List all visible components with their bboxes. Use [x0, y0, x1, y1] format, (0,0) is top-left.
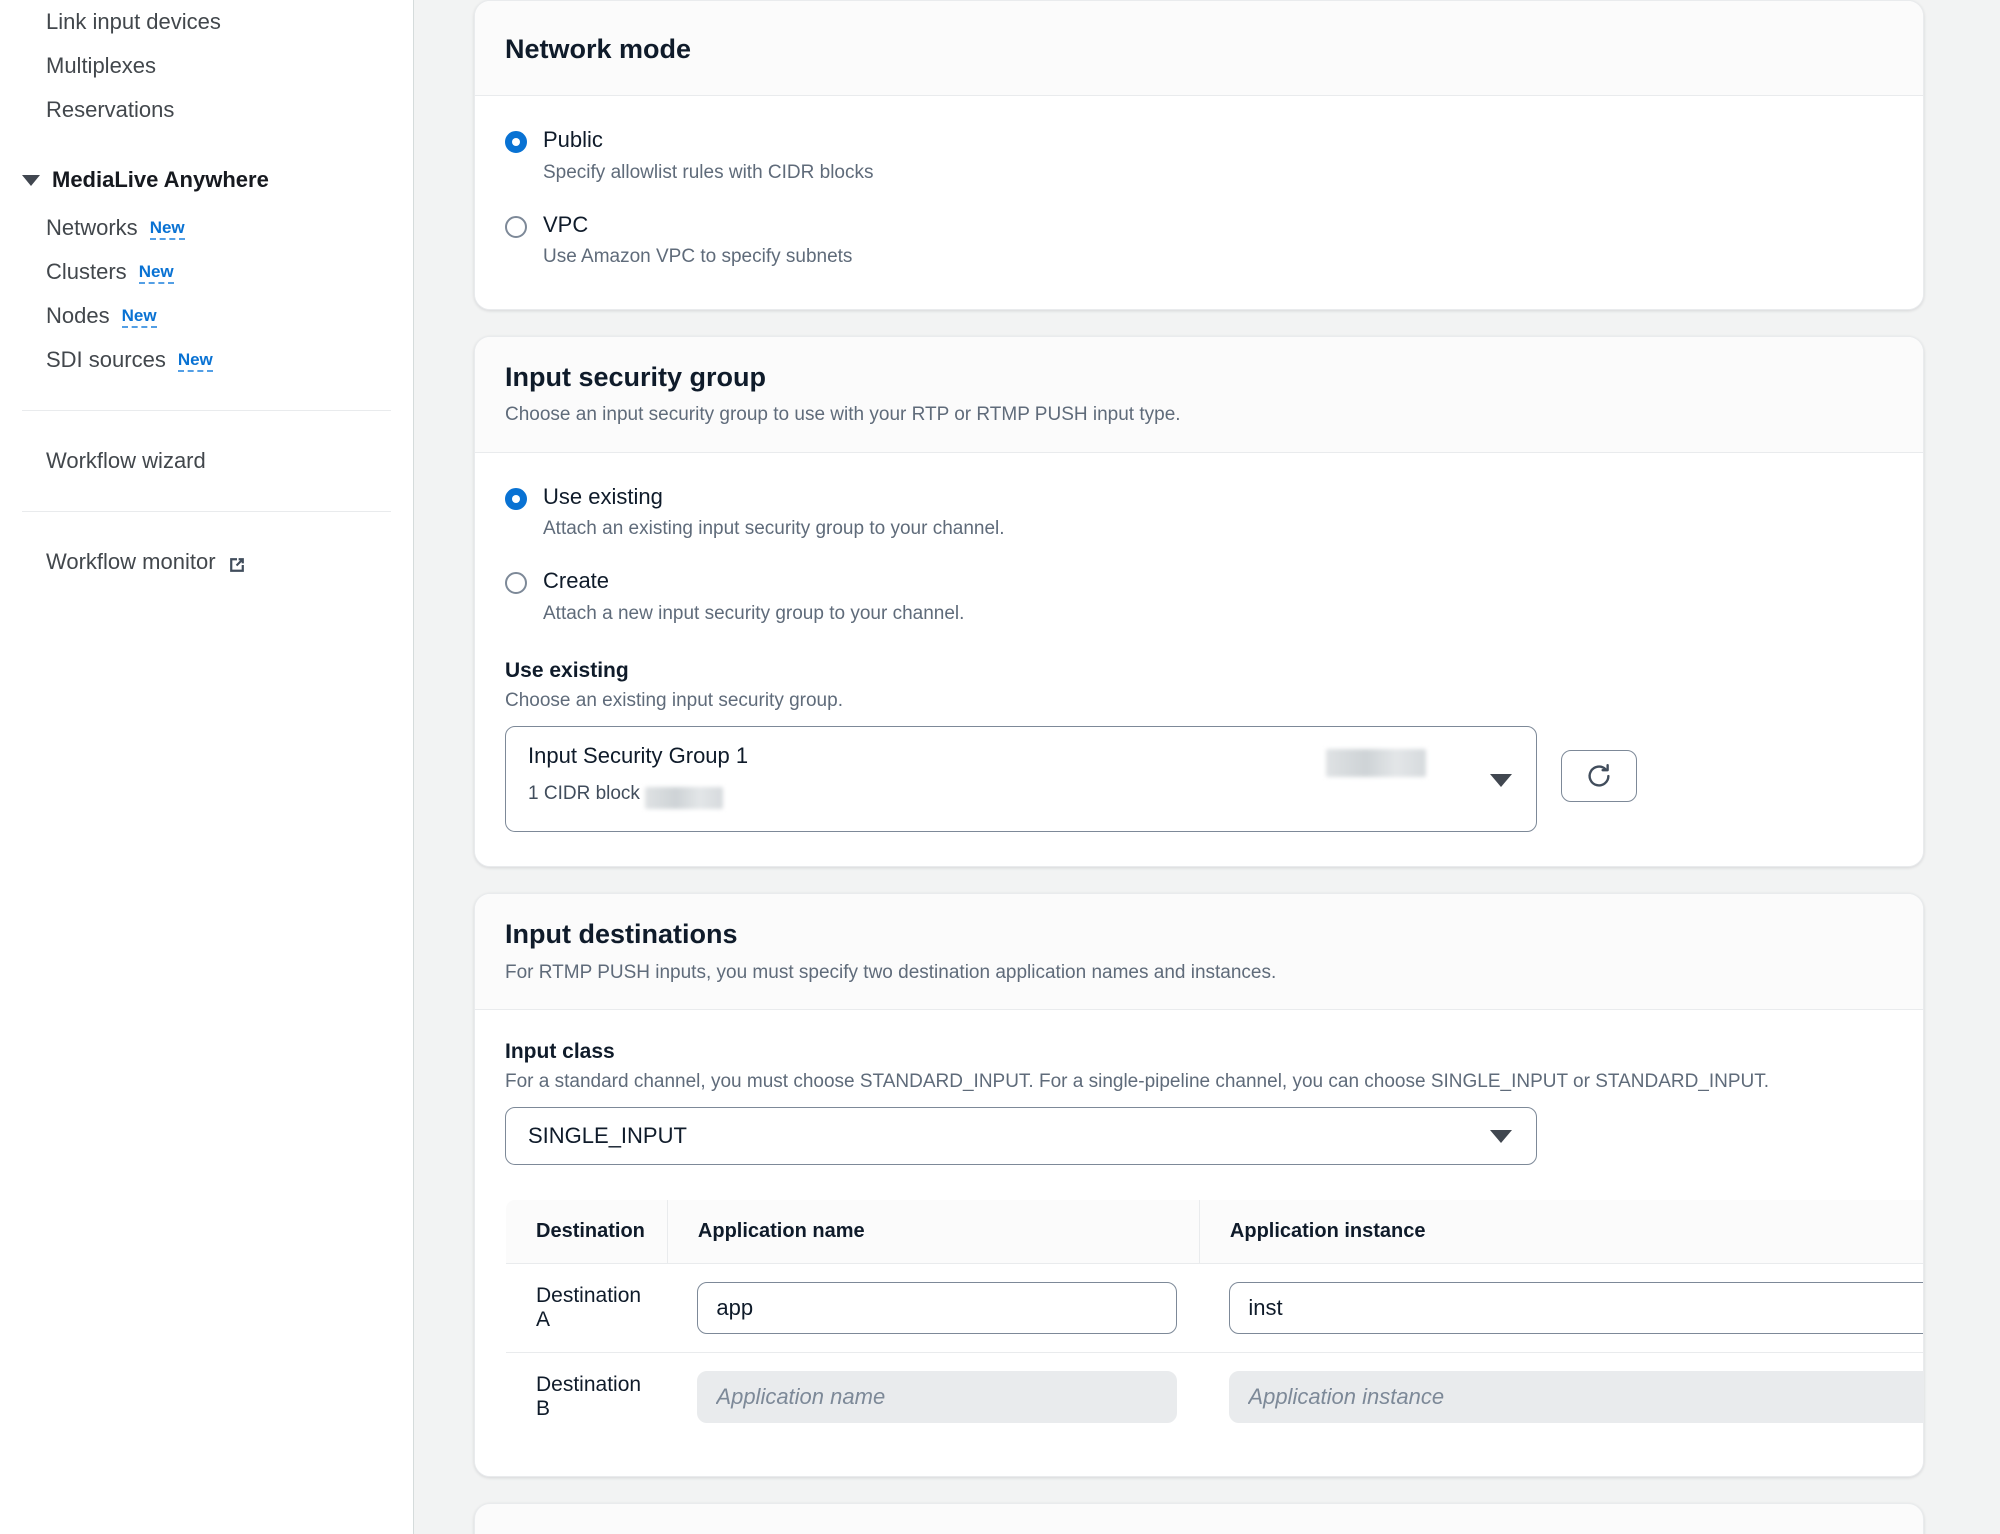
input-security-group-panel: Input security group Choose an input sec… [474, 335, 1924, 868]
redacted-group-id [1326, 749, 1426, 778]
radio-network-mode-public[interactable]: Public Specify allowlist rules with CIDR… [505, 126, 1893, 184]
destination-a-application-instance-input[interactable] [1229, 1281, 1923, 1334]
radio-label: Create [543, 568, 610, 594]
new-badge: New [149, 219, 185, 240]
radio-unselected-icon [505, 572, 527, 595]
sidebar-nav-list: Link input devices Multiplexes Reservati… [0, 0, 413, 584]
network-mode-title: Network mode [505, 34, 692, 64]
sidebar-group-medialive-anywhere[interactable]: MediaLive Anywhere [0, 158, 413, 202]
sidebar-item-workflow-wizard[interactable]: Workflow wizard [0, 439, 413, 483]
sidebar-item-nodes[interactable]: Nodes New [0, 294, 413, 338]
destinations-table-body: Destination A Destination B [506, 1263, 1923, 1441]
radio-selected-icon [505, 131, 527, 154]
destination-label: Destination A [506, 1263, 668, 1353]
radio-isg-create[interactable]: Create Attach a new input security group… [505, 567, 1893, 625]
sidebar-item-link-input-devices[interactable]: Link input devices [0, 0, 413, 44]
sidebar-divider [22, 410, 391, 411]
cidr-block-count: 1 CIDR block [528, 782, 640, 804]
radio-network-mode-vpc[interactable]: VPC Use Amazon VPC to specify subnets [505, 211, 1893, 269]
column-header-application-instance: Application instance [1198, 1199, 1923, 1264]
input-security-group-header: Input security group Choose an input sec… [475, 336, 1923, 453]
table-row: Destination B [506, 1352, 1923, 1441]
sidebar-item-sdi-sources[interactable]: SDI sources New [0, 338, 413, 382]
network-mode-body: Public Specify allowlist rules with CIDR… [475, 96, 1923, 309]
page-root: Link input devices Multiplexes Reservati… [0, 0, 2000, 1534]
sidebar-item-workflow-monitor[interactable]: Workflow monitor [0, 540, 413, 584]
network-mode-panel: Network mode Public Specify allowlist ru… [474, 0, 1924, 310]
input-destinations-body: Input class For a standard channel, you … [475, 1010, 1923, 1476]
sidebar-item-label: Multiplexes [46, 53, 157, 78]
destinations-table: Destination Application name Application… [505, 1198, 1923, 1442]
isg-select-label: Use existing [505, 659, 629, 683]
new-badge: New [138, 263, 174, 284]
input-class-description: For a standard channel, you must choose … [505, 1071, 1770, 1093]
sidebar-item-networks[interactable]: Networks New [0, 206, 413, 250]
main-content: Network mode Public Specify allowlist ru… [414, 0, 2000, 1534]
sidebar-divider [22, 511, 391, 512]
destination-label: Destination B [536, 1372, 642, 1420]
destination-a-application-name-input[interactable] [697, 1281, 1178, 1334]
network-mode-header: Network mode [475, 1, 1923, 97]
sidebar-item-label: Nodes [46, 303, 110, 328]
table-row: Destination A [506, 1263, 1923, 1353]
input-destinations-header: Input destinations For RTMP PUSH inputs,… [475, 894, 1923, 1011]
sidebar-item-label: Link input devices [46, 9, 221, 34]
input-security-group-select[interactable]: Input Security Group 1 1 CIDR block [505, 726, 1537, 833]
input-destinations-title: Input destinations [505, 919, 738, 950]
external-link-icon [226, 554, 248, 576]
radio-description: Use Amazon VPC to specify subnets [543, 246, 853, 268]
sidebar-item-reservations[interactable]: Reservations [0, 88, 413, 132]
chevron-down-icon [1490, 774, 1512, 788]
column-header-destination: Destination [506, 1199, 668, 1264]
radio-unselected-icon [505, 215, 527, 238]
radio-description: Attach a new input security group to you… [543, 602, 965, 624]
input-security-group-title: Input security group [505, 361, 767, 392]
radio-label: Public [543, 127, 603, 153]
destination-b-application-name-input [697, 1370, 1178, 1423]
column-header-application-name: Application name [666, 1199, 1200, 1264]
table-header-row: Destination Application name Application… [506, 1199, 1923, 1264]
sidebar-item-label: Clusters [46, 259, 127, 284]
input-class-select[interactable]: SINGLE_INPUT [505, 1106, 1537, 1165]
sidebar-item-multiplexes[interactable]: Multiplexes [0, 44, 413, 88]
radio-label: VPC [543, 211, 589, 237]
chevron-down-icon [1490, 1129, 1512, 1143]
selected-group-meta: 1 CIDR block [528, 779, 1514, 809]
redacted-cidr-value [645, 786, 724, 809]
input-class-label: Input class [505, 1040, 615, 1064]
destination-b-application-instance-input [1229, 1370, 1923, 1423]
input-security-group-description: Choose an input security group to use wi… [505, 404, 1181, 426]
sidebar-item-clusters[interactable]: Clusters New [0, 250, 413, 294]
input-class-value: SINGLE_INPUT [528, 1122, 687, 1148]
radio-description: Specify allowlist rules with CIDR blocks [543, 161, 874, 183]
isg-select-row: Input Security Group 1 1 CIDR block [505, 726, 1893, 833]
isg-select-description: Choose an existing input security group. [505, 690, 843, 712]
radio-description: Attach an existing input security group … [543, 518, 1005, 540]
destinations-table-head: Destination Application name Application… [506, 1199, 1923, 1264]
sidebar: Link input devices Multiplexes Reservati… [0, 0, 414, 1534]
tags-section[interactable]: Tags [474, 1502, 1924, 1534]
chevron-down-icon [22, 174, 40, 186]
new-badge: New [177, 351, 213, 372]
isg-select-field: Use existing Choose an existing input se… [505, 659, 1893, 833]
input-security-group-body: Use existing Attach an existing input se… [475, 452, 1923, 867]
radio-isg-use-existing[interactable]: Use existing Attach an existing input se… [505, 483, 1893, 541]
sidebar-item-label: Workflow monitor [46, 549, 216, 574]
sidebar-item-label: SDI sources [46, 347, 166, 372]
input-destinations-description: For RTMP PUSH inputs, you must specify t… [505, 961, 1277, 983]
sidebar-item-label: Workflow wizard [46, 448, 206, 473]
form-container: Network mode Public Specify allowlist ru… [474, 0, 1924, 1534]
radio-label: Use existing [543, 483, 663, 509]
radio-selected-icon [505, 487, 527, 510]
sidebar-group-label: MediaLive Anywhere [52, 167, 269, 192]
sidebar-item-label: Networks [46, 215, 138, 240]
refresh-button[interactable] [1561, 750, 1637, 803]
new-badge: New [121, 307, 157, 328]
input-destinations-panel: Input destinations For RTMP PUSH inputs,… [474, 893, 1924, 1477]
sidebar-item-label: Reservations [46, 97, 175, 122]
